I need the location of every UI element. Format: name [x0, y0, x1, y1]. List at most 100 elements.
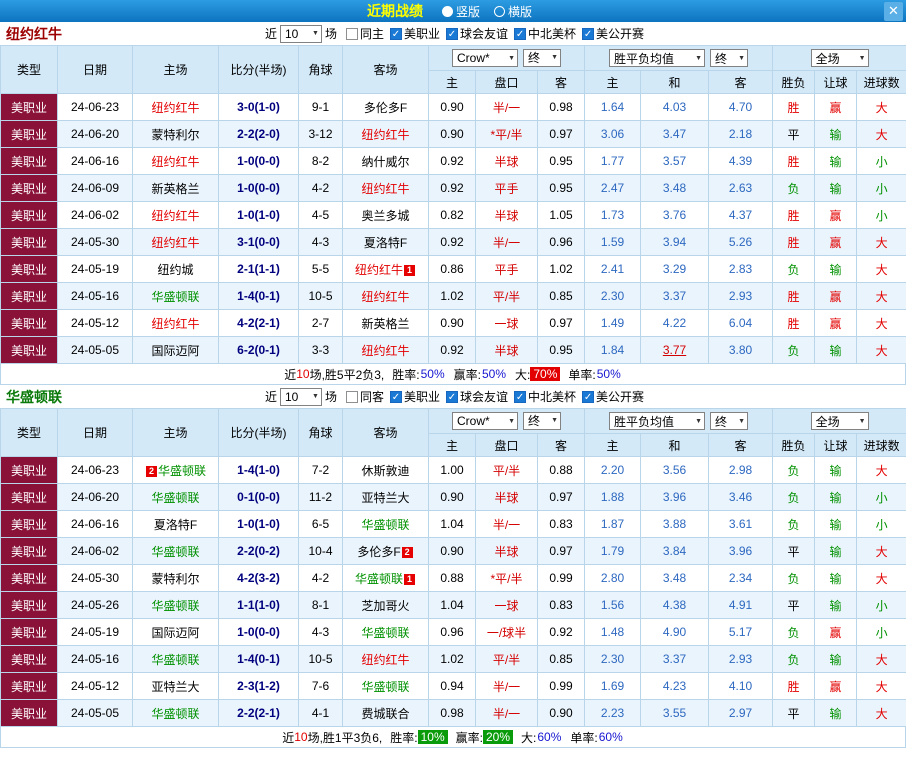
- away-team-name[interactable]: 休斯敦迪: [361, 464, 409, 478]
- home-team-name[interactable]: 国际迈阿: [151, 626, 199, 640]
- bookmaker-select[interactable]: Crow*▼: [452, 412, 518, 430]
- home-team-name[interactable]: 华盛顿联: [151, 707, 199, 721]
- date-cell: 24-05-26: [58, 592, 133, 619]
- home-team-name[interactable]: 蒙特利尔: [151, 572, 199, 586]
- team-name[interactable]: 纽约红牛: [6, 24, 62, 44]
- asian-home-odds: 0.90: [429, 121, 476, 148]
- avg-odds-select[interactable]: 胜平负均值▼: [609, 412, 705, 430]
- home-team-name[interactable]: 夏洛特F: [154, 518, 197, 532]
- home-team-name[interactable]: 纽约红牛: [151, 209, 199, 223]
- filter-club-friendly[interactable]: 球会友谊: [446, 388, 508, 405]
- away-team-name[interactable]: 夏洛特F: [364, 236, 407, 250]
- team-name[interactable]: 华盛顿联: [6, 387, 62, 407]
- home-team-name[interactable]: 纽约红牛: [151, 317, 199, 331]
- result-cell: 负: [773, 457, 815, 484]
- euro-final-select[interactable]: 终▼: [710, 49, 748, 67]
- close-icon[interactable]: ✕: [884, 2, 903, 21]
- away-team-name[interactable]: 华盛顿联: [361, 626, 409, 640]
- away-team-name[interactable]: 多伦多F: [357, 545, 400, 559]
- home-team-cell: 国际迈阿: [133, 619, 219, 646]
- home-team-cell: 纽约城: [133, 256, 219, 283]
- away-team-name[interactable]: 奥兰多城: [361, 209, 409, 223]
- home-team-name[interactable]: 蒙特利尔: [151, 128, 199, 142]
- euro-home-odds: 3.06: [585, 121, 641, 148]
- filter-same-venue[interactable]: 同主: [346, 25, 384, 42]
- asian-final-select[interactable]: 终▼: [523, 412, 561, 430]
- away-team-cell: 纽约红牛: [343, 121, 429, 148]
- away-team-name[interactable]: 华盛顿联: [361, 680, 409, 694]
- date-cell: 24-06-16: [58, 511, 133, 538]
- euro-draw-odds: 3.48: [641, 565, 709, 592]
- home-team-name[interactable]: 华盛顿联: [151, 491, 199, 505]
- away-team-name[interactable]: 新英格兰: [361, 317, 409, 331]
- euro-home-odds: 2.20: [585, 457, 641, 484]
- home-team-name[interactable]: 华盛顿联: [151, 599, 199, 613]
- score-cell: 6-2(0-1): [219, 337, 299, 364]
- home-team-name[interactable]: 华盛顿联: [151, 290, 199, 304]
- away-team-name[interactable]: 华盛顿联: [355, 572, 403, 586]
- filter-mls[interactable]: 美职业: [390, 25, 440, 42]
- away-team-name[interactable]: 纽约红牛: [361, 290, 409, 304]
- home-team-name[interactable]: 华盛顿联: [151, 545, 199, 559]
- euro-away-odds: 5.26: [709, 229, 773, 256]
- scope-select[interactable]: 全场▼: [811, 412, 869, 430]
- away-team-name[interactable]: 纽约红牛: [361, 128, 409, 142]
- match-count-select[interactable]: 10▼: [280, 25, 322, 43]
- home-team-name[interactable]: 纽约红牛: [151, 155, 199, 169]
- filter-same-venue[interactable]: 同客: [346, 388, 384, 405]
- radio-icon: [494, 6, 505, 17]
- away-team-name[interactable]: 纽约红牛: [361, 653, 409, 667]
- away-team-name[interactable]: 多伦多F: [364, 101, 407, 115]
- home-team-name[interactable]: 华盛顿联: [158, 464, 206, 478]
- away-team-cell: 多伦多F: [343, 94, 429, 121]
- euro-final-select[interactable]: 终▼: [710, 412, 748, 430]
- layout-option-vertical[interactable]: 竖版: [442, 3, 480, 20]
- away-team-name[interactable]: 华盛顿联: [361, 518, 409, 532]
- col-header-euro-home: 主: [585, 71, 641, 94]
- goals-cell: 大: [857, 538, 906, 565]
- home-team-name[interactable]: 新英格兰: [151, 182, 199, 196]
- handicap-result-cell: 赢: [815, 619, 857, 646]
- away-team-name[interactable]: 纽约红牛: [361, 182, 409, 196]
- away-team-name[interactable]: 纳什威尔: [361, 155, 409, 169]
- layout-option-horizontal[interactable]: 横版: [494, 3, 532, 20]
- home-team-name[interactable]: 纽约红牛: [151, 101, 199, 115]
- euro-home-odds: 2.80: [585, 565, 641, 592]
- goals-cell: 大: [857, 256, 906, 283]
- near-label: 近: [265, 388, 277, 405]
- filter-concacaf-cup[interactable]: 中北美杯: [514, 25, 576, 42]
- home-team-name[interactable]: 亚特兰大: [151, 680, 199, 694]
- match-count-select[interactable]: 10▼: [280, 388, 322, 406]
- scope-select[interactable]: 全场▼: [811, 49, 869, 67]
- result-cell: 负: [773, 565, 815, 592]
- euro-home-odds: 1.49: [585, 310, 641, 337]
- euro-home-odds: 1.59: [585, 229, 641, 256]
- date-cell: 24-06-20: [58, 121, 133, 148]
- home-team-name[interactable]: 纽约城: [157, 263, 193, 277]
- away-team-cell: 华盛顿联: [343, 619, 429, 646]
- away-team-name[interactable]: 芝加哥火: [361, 599, 409, 613]
- filter-concacaf-cup[interactable]: 中北美杯: [514, 388, 576, 405]
- away-team-name[interactable]: 亚特兰大: [361, 491, 409, 505]
- bookmaker-select[interactable]: Crow*▼: [452, 49, 518, 67]
- col-header-score: 比分(半场): [219, 409, 299, 457]
- home-team-name[interactable]: 华盛顿联: [151, 653, 199, 667]
- home-team-name[interactable]: 纽约红牛: [151, 236, 199, 250]
- home-team-name[interactable]: 国际迈阿: [151, 344, 199, 358]
- filter-mls[interactable]: 美职业: [390, 388, 440, 405]
- result-cell: 平: [773, 121, 815, 148]
- asian-home-odds: 0.90: [429, 310, 476, 337]
- away-team-name[interactable]: 纽约红牛: [355, 263, 403, 277]
- avg-odds-select[interactable]: 胜平负均值▼: [609, 49, 705, 67]
- asian-final-select[interactable]: 终▼: [523, 49, 561, 67]
- checkbox-icon: [346, 391, 358, 403]
- filter-us-open-cup[interactable]: 美公开赛: [582, 25, 644, 42]
- away-team-cell: 多伦多F2: [343, 538, 429, 565]
- away-team-name[interactable]: 纽约红牛: [361, 344, 409, 358]
- away-team-cell: 芝加哥火: [343, 592, 429, 619]
- col-header-asian-line: 盘口: [476, 434, 538, 457]
- asian-away-odds: 0.83: [538, 592, 585, 619]
- away-team-name[interactable]: 费城联合: [361, 707, 409, 721]
- filter-us-open-cup[interactable]: 美公开赛: [582, 388, 644, 405]
- filter-club-friendly[interactable]: 球会友谊: [446, 25, 508, 42]
